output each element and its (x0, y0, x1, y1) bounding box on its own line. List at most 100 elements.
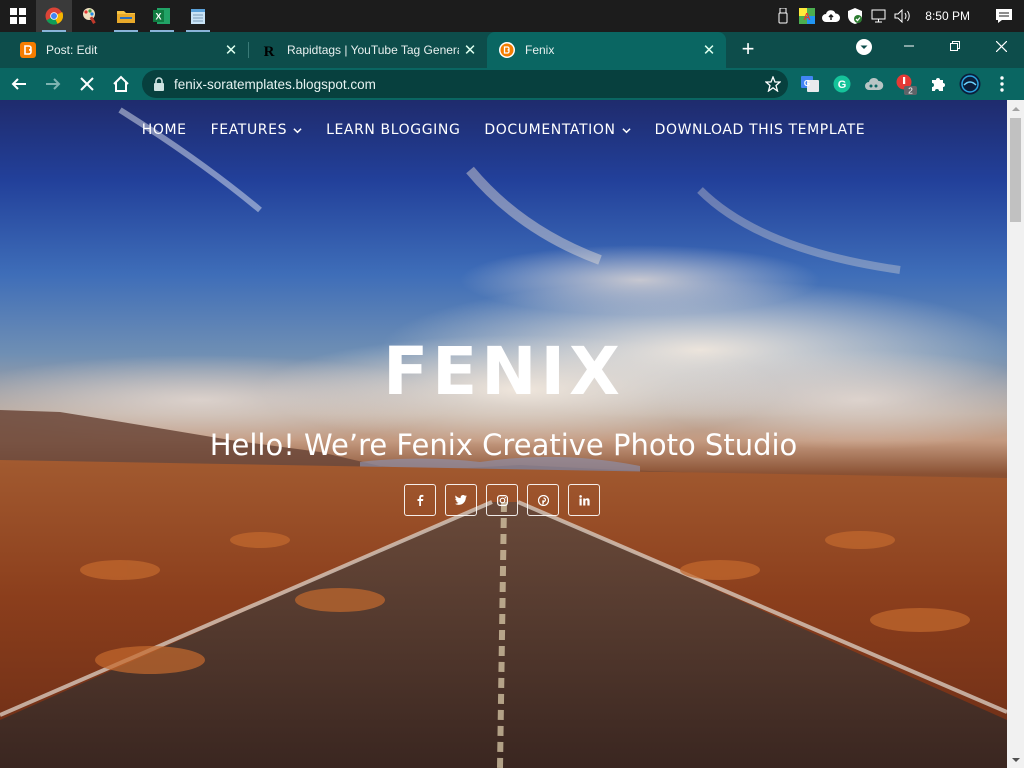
page-viewport: HOME FEATURES LEARN BLOGGING DOCUMENTATI… (0, 100, 1024, 768)
nav-label: FEATURES (210, 122, 288, 138)
nav-label: DOCUMENTATION (484, 122, 616, 138)
network-icon[interactable] (867, 0, 891, 32)
profile-avatar-button[interactable] (956, 68, 984, 100)
nav-item-documentation[interactable]: DOCUMENTATION (472, 118, 642, 142)
cloud-upload-icon[interactable] (819, 0, 843, 32)
restore-button[interactable] (932, 32, 978, 60)
tab-post-edit[interactable]: Post: Edit ✕ (8, 32, 248, 68)
arrow-left-icon (11, 78, 26, 90)
security-shield-icon[interactable] (843, 0, 867, 32)
close-icon (995, 40, 1007, 52)
twitter-link[interactable] (445, 484, 477, 516)
tab-rapidtags[interactable]: R Rapidtags | YouTube Tag Generator ✕ (249, 32, 487, 68)
facebook-link[interactable] (404, 484, 436, 516)
arrow-right-icon (46, 78, 61, 90)
pinterest-link[interactable] (527, 484, 559, 516)
caret-down-icon (1011, 757, 1020, 762)
tab-search-button[interactable] (855, 38, 873, 61)
browser-toolbar: G G 2 (0, 68, 1024, 100)
cloud-icon (865, 77, 884, 90)
restore-icon (950, 41, 960, 51)
svg-text:R: R (264, 44, 275, 58)
scroll-down-button[interactable] (1007, 751, 1024, 768)
chrome-menu-button[interactable] (988, 68, 1016, 100)
vertical-scrollbar[interactable] (1007, 100, 1024, 768)
close-tab-icon[interactable]: ✕ (698, 41, 720, 59)
tab-title: Fenix (525, 43, 555, 57)
taskbar-excel-button[interactable]: X (144, 0, 180, 32)
google-translate-extension[interactable]: G (796, 68, 824, 100)
svg-text:A: A (804, 12, 811, 23)
home-button[interactable] (106, 69, 136, 99)
folder-icon (117, 11, 135, 23)
caret-up-icon (1011, 106, 1020, 111)
stop-loading-button[interactable] (72, 69, 102, 99)
usb-icon[interactable] (771, 0, 795, 32)
star-icon (765, 76, 781, 92)
forward-button[interactable] (38, 69, 68, 99)
windows-start-button[interactable] (0, 0, 36, 32)
instagram-link[interactable] (486, 484, 518, 516)
close-tab-icon[interactable]: ✕ (459, 41, 481, 59)
extensions-menu-button[interactable] (924, 68, 952, 100)
nav-label: DOWNLOAD THIS TEMPLATE (654, 122, 866, 138)
nav-item-home[interactable]: HOME (130, 118, 199, 142)
site-logo[interactable]: FENIX (0, 336, 1007, 408)
site-navigation: HOME FEATURES LEARN BLOGGING DOCUMENTATI… (0, 118, 1007, 142)
address-bar[interactable] (142, 70, 788, 98)
system-tray: A 8:50 PM (771, 0, 1024, 32)
bookmark-button[interactable] (758, 76, 788, 92)
scroll-up-button[interactable] (1007, 100, 1024, 117)
language-icon[interactable]: A (795, 0, 819, 32)
close-tab-icon[interactable]: ✕ (220, 41, 242, 59)
svg-text:G: G (838, 79, 847, 91)
facebook-icon (417, 494, 424, 506)
twitter-icon (455, 495, 467, 505)
volume-icon[interactable] (891, 0, 915, 32)
avatar (959, 73, 981, 95)
nav-label: LEARN BLOGGING (326, 122, 461, 138)
nav-item-learn-blogging[interactable]: LEARN BLOGGING (314, 118, 472, 142)
linkedin-icon (578, 494, 590, 505)
close-icon (80, 77, 94, 91)
chevron-down-circle-icon (856, 39, 872, 55)
tab-title: Post: Edit (46, 43, 98, 57)
adblock-extension[interactable]: 2 (892, 68, 920, 100)
puzzle-piece-icon (932, 78, 945, 91)
paint-icon (83, 8, 96, 24)
nav-label: HOME (141, 122, 187, 138)
new-tab-button[interactable]: + (734, 34, 762, 64)
lock-icon[interactable] (152, 77, 166, 91)
nav-item-download-template[interactable]: DOWNLOAD THIS TEMPLATE (643, 118, 878, 142)
notifications-icon (996, 9, 1012, 23)
clock[interactable]: 8:50 PM (915, 9, 984, 23)
tab-title: Rapidtags | YouTube Tag Generator (287, 43, 459, 57)
blogger-icon (499, 42, 515, 58)
cloud-extension[interactable] (860, 68, 888, 100)
taskbar-chrome-button[interactable] (36, 0, 72, 32)
url-input[interactable] (174, 76, 758, 92)
excel-icon: X (153, 8, 170, 24)
nav-item-features[interactable]: FEATURES (199, 118, 314, 142)
chevron-down-icon (621, 127, 631, 133)
action-center-button[interactable] (984, 0, 1024, 32)
tab-fenix[interactable]: Fenix ✕ (487, 32, 726, 68)
instagram-icon (496, 494, 508, 506)
scrollbar-thumb[interactable] (1010, 118, 1021, 222)
chrome-icon (45, 7, 63, 25)
svg-text:G: G (804, 79, 810, 88)
taskbar-paint-button[interactable] (72, 0, 108, 32)
back-button[interactable] (4, 69, 34, 99)
minimize-button[interactable] (886, 32, 932, 60)
chevron-down-icon (293, 127, 302, 133)
adblock-icon: 2 (896, 74, 917, 95)
translate-icon: G (801, 76, 819, 92)
grammarly-extension[interactable]: G (828, 68, 856, 100)
close-window-button[interactable] (978, 32, 1024, 60)
taskbar-file-explorer-button[interactable] (108, 0, 144, 32)
taskbar-notepad-button[interactable] (180, 0, 216, 32)
linkedin-link[interactable] (568, 484, 600, 516)
blogger-icon (20, 42, 36, 58)
minimize-icon (904, 45, 914, 47)
pinterest-icon (537, 494, 549, 506)
